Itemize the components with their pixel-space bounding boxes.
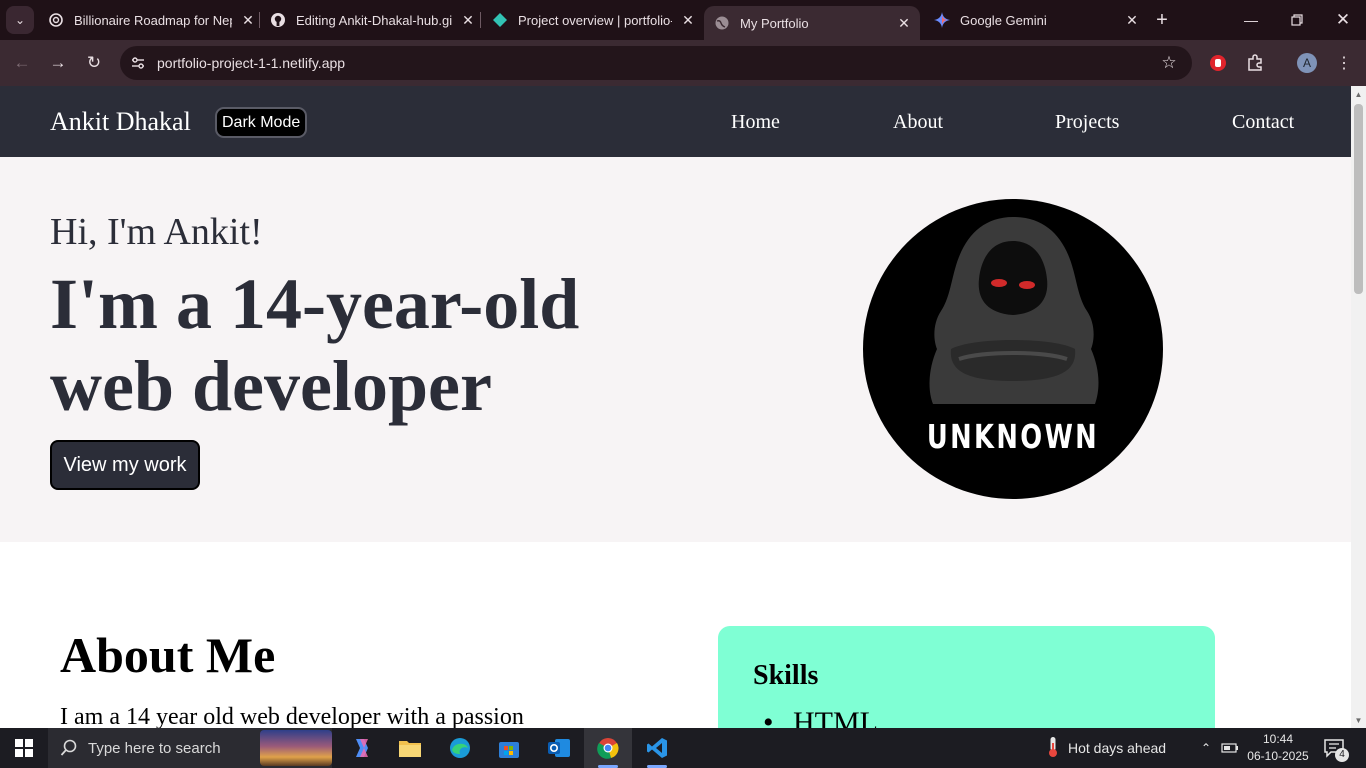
- browser-tab[interactable]: Google Gemini ✕: [930, 0, 1142, 40]
- browser-tab-active[interactable]: My Portfolio ✕: [704, 6, 920, 40]
- tab-separator: [480, 12, 481, 28]
- weather-widget[interactable]: Hot days ahead: [1046, 728, 1166, 768]
- chrome-icon[interactable]: [584, 728, 632, 768]
- site-logo[interactable]: Ankit Dhakal: [50, 107, 191, 137]
- edge-icon[interactable]: [436, 728, 484, 768]
- skills-list: HTML: [753, 706, 878, 728]
- close-icon[interactable]: ✕: [1122, 10, 1142, 30]
- browser-tab-strip: ⌄ Billionaire Roadmap for Nep ✕ Editing …: [0, 0, 1366, 40]
- tab-title: Project overview | portfolio-: [518, 12, 672, 28]
- thermometer-icon: [1046, 736, 1060, 761]
- forward-arrow-icon[interactable]: →: [45, 50, 71, 76]
- site-navbar: Ankit Dhakal Dark Mode Home About Projec…: [0, 86, 1351, 157]
- copilot-icon[interactable]: [338, 728, 386, 768]
- nav-link-home[interactable]: Home: [731, 111, 780, 134]
- dark-mode-button[interactable]: Dark Mode: [215, 107, 308, 138]
- hero-section: Hi, I'm Ankit! I'm a 14-year-old web dev…: [0, 157, 1351, 542]
- more-menu-icon[interactable]: ⋮: [1332, 51, 1356, 75]
- windows-taskbar: Type here to search Hot days ahead ⌃ 10:…: [0, 728, 1366, 768]
- weather-text: Hot days ahead: [1068, 740, 1167, 756]
- about-title: About Me: [60, 627, 276, 683]
- close-icon[interactable]: ✕: [238, 10, 258, 30]
- reload-icon[interactable]: ↻: [81, 50, 107, 76]
- notification-count-badge: 4: [1335, 748, 1349, 762]
- bookmark-star-icon[interactable]: ☆: [1158, 52, 1180, 74]
- minimize-icon[interactable]: —: [1228, 0, 1274, 40]
- close-icon[interactable]: ✕: [894, 13, 914, 33]
- browser-tab[interactable]: Editing Ankit-Dhakal-hub.gi ✕: [266, 0, 478, 40]
- new-tab-icon[interactable]: +: [1150, 8, 1174, 32]
- skill-item: HTML: [753, 706, 878, 728]
- profile-avatar[interactable]: A: [1297, 53, 1317, 73]
- outlook-icon[interactable]: [535, 728, 583, 768]
- browser-tab[interactable]: Billionaire Roadmap for Nep ✕: [44, 0, 258, 40]
- profile-avatar-image: UNKNOWN: [863, 199, 1163, 499]
- skills-card: Skills HTML: [718, 626, 1215, 728]
- page-viewport: Ankit Dhakal Dark Mode Home About Projec…: [0, 86, 1366, 728]
- netlify-icon: [492, 12, 508, 28]
- scroll-up-arrow-icon[interactable]: ▲: [1354, 90, 1363, 100]
- tab-title: My Portfolio: [740, 15, 809, 31]
- battery-icon[interactable]: [1220, 738, 1240, 758]
- hero-title: I'm a 14-year-old web developer: [50, 264, 580, 426]
- vscode-icon[interactable]: [633, 728, 681, 768]
- back-arrow-icon[interactable]: ←: [9, 50, 35, 76]
- scroll-down-arrow-icon[interactable]: ▼: [1354, 716, 1363, 726]
- about-text: I am a 14 year old web developer with a …: [60, 704, 524, 728]
- file-explorer-icon[interactable]: [386, 728, 434, 768]
- chevron-down-icon: ⌄: [14, 13, 26, 27]
- site-settings-icon[interactable]: [128, 53, 148, 73]
- system-clock[interactable]: 10:44 06-10-2025: [1246, 731, 1310, 765]
- scroll-thumb[interactable]: [1354, 104, 1363, 294]
- search-icon: [60, 739, 77, 756]
- tab-search-button[interactable]: ⌄: [6, 6, 34, 34]
- nav-link-about[interactable]: About: [893, 111, 943, 134]
- tray-chevron-up-icon[interactable]: ⌃: [1196, 738, 1216, 758]
- close-icon[interactable]: ✕: [678, 10, 698, 30]
- gemini-icon: [934, 12, 950, 28]
- taskbar-search-placeholder: Type here to search: [88, 740, 221, 757]
- chatgpt-icon: [48, 12, 64, 28]
- view-my-work-button[interactable]: View my work: [50, 440, 200, 490]
- url-text: portfolio-project-1-1.netlify.app: [157, 55, 346, 71]
- microsoft-store-icon[interactable]: [485, 728, 533, 768]
- github-icon: [270, 12, 286, 28]
- nav-link-contact[interactable]: Contact: [1232, 111, 1294, 134]
- page-scrollbar[interactable]: ▲ ▼: [1351, 86, 1366, 728]
- tab-title: Editing Ankit-Dhakal-hub.gi: [296, 12, 452, 28]
- browser-toolbar: ← → ↻ portfolio-project-1-1.netlify.app …: [0, 40, 1366, 86]
- close-icon[interactable]: ✕: [458, 10, 478, 30]
- extension-stop-icon[interactable]: [1206, 51, 1230, 75]
- windows-start-icon[interactable]: [0, 728, 48, 768]
- restore-icon[interactable]: [1274, 0, 1320, 40]
- tab-separator: [259, 12, 260, 28]
- tab-title: Billionaire Roadmap for Nep: [74, 12, 232, 28]
- tab-title: Google Gemini: [960, 12, 1047, 28]
- search-highlight-image[interactable]: [260, 730, 332, 766]
- browser-tab[interactable]: Project overview | portfolio- ✕: [488, 0, 698, 40]
- skills-title: Skills: [753, 660, 819, 691]
- hero-greeting: Hi, I'm Ankit!: [50, 211, 263, 253]
- extensions-puzzle-icon[interactable]: [1243, 51, 1267, 75]
- avatar-caption: UNKNOWN: [926, 417, 1100, 456]
- address-bar[interactable]: portfolio-project-1-1.netlify.app ☆: [120, 46, 1192, 80]
- nav-link-projects[interactable]: Projects: [1055, 111, 1119, 134]
- taskbar-search-box[interactable]: Type here to search: [48, 728, 332, 768]
- clock-date: 06-10-2025: [1247, 749, 1309, 763]
- globe-icon: [714, 15, 730, 31]
- window-close-icon[interactable]: ✕: [1320, 0, 1366, 40]
- clock-time: 10:44: [1262, 732, 1294, 746]
